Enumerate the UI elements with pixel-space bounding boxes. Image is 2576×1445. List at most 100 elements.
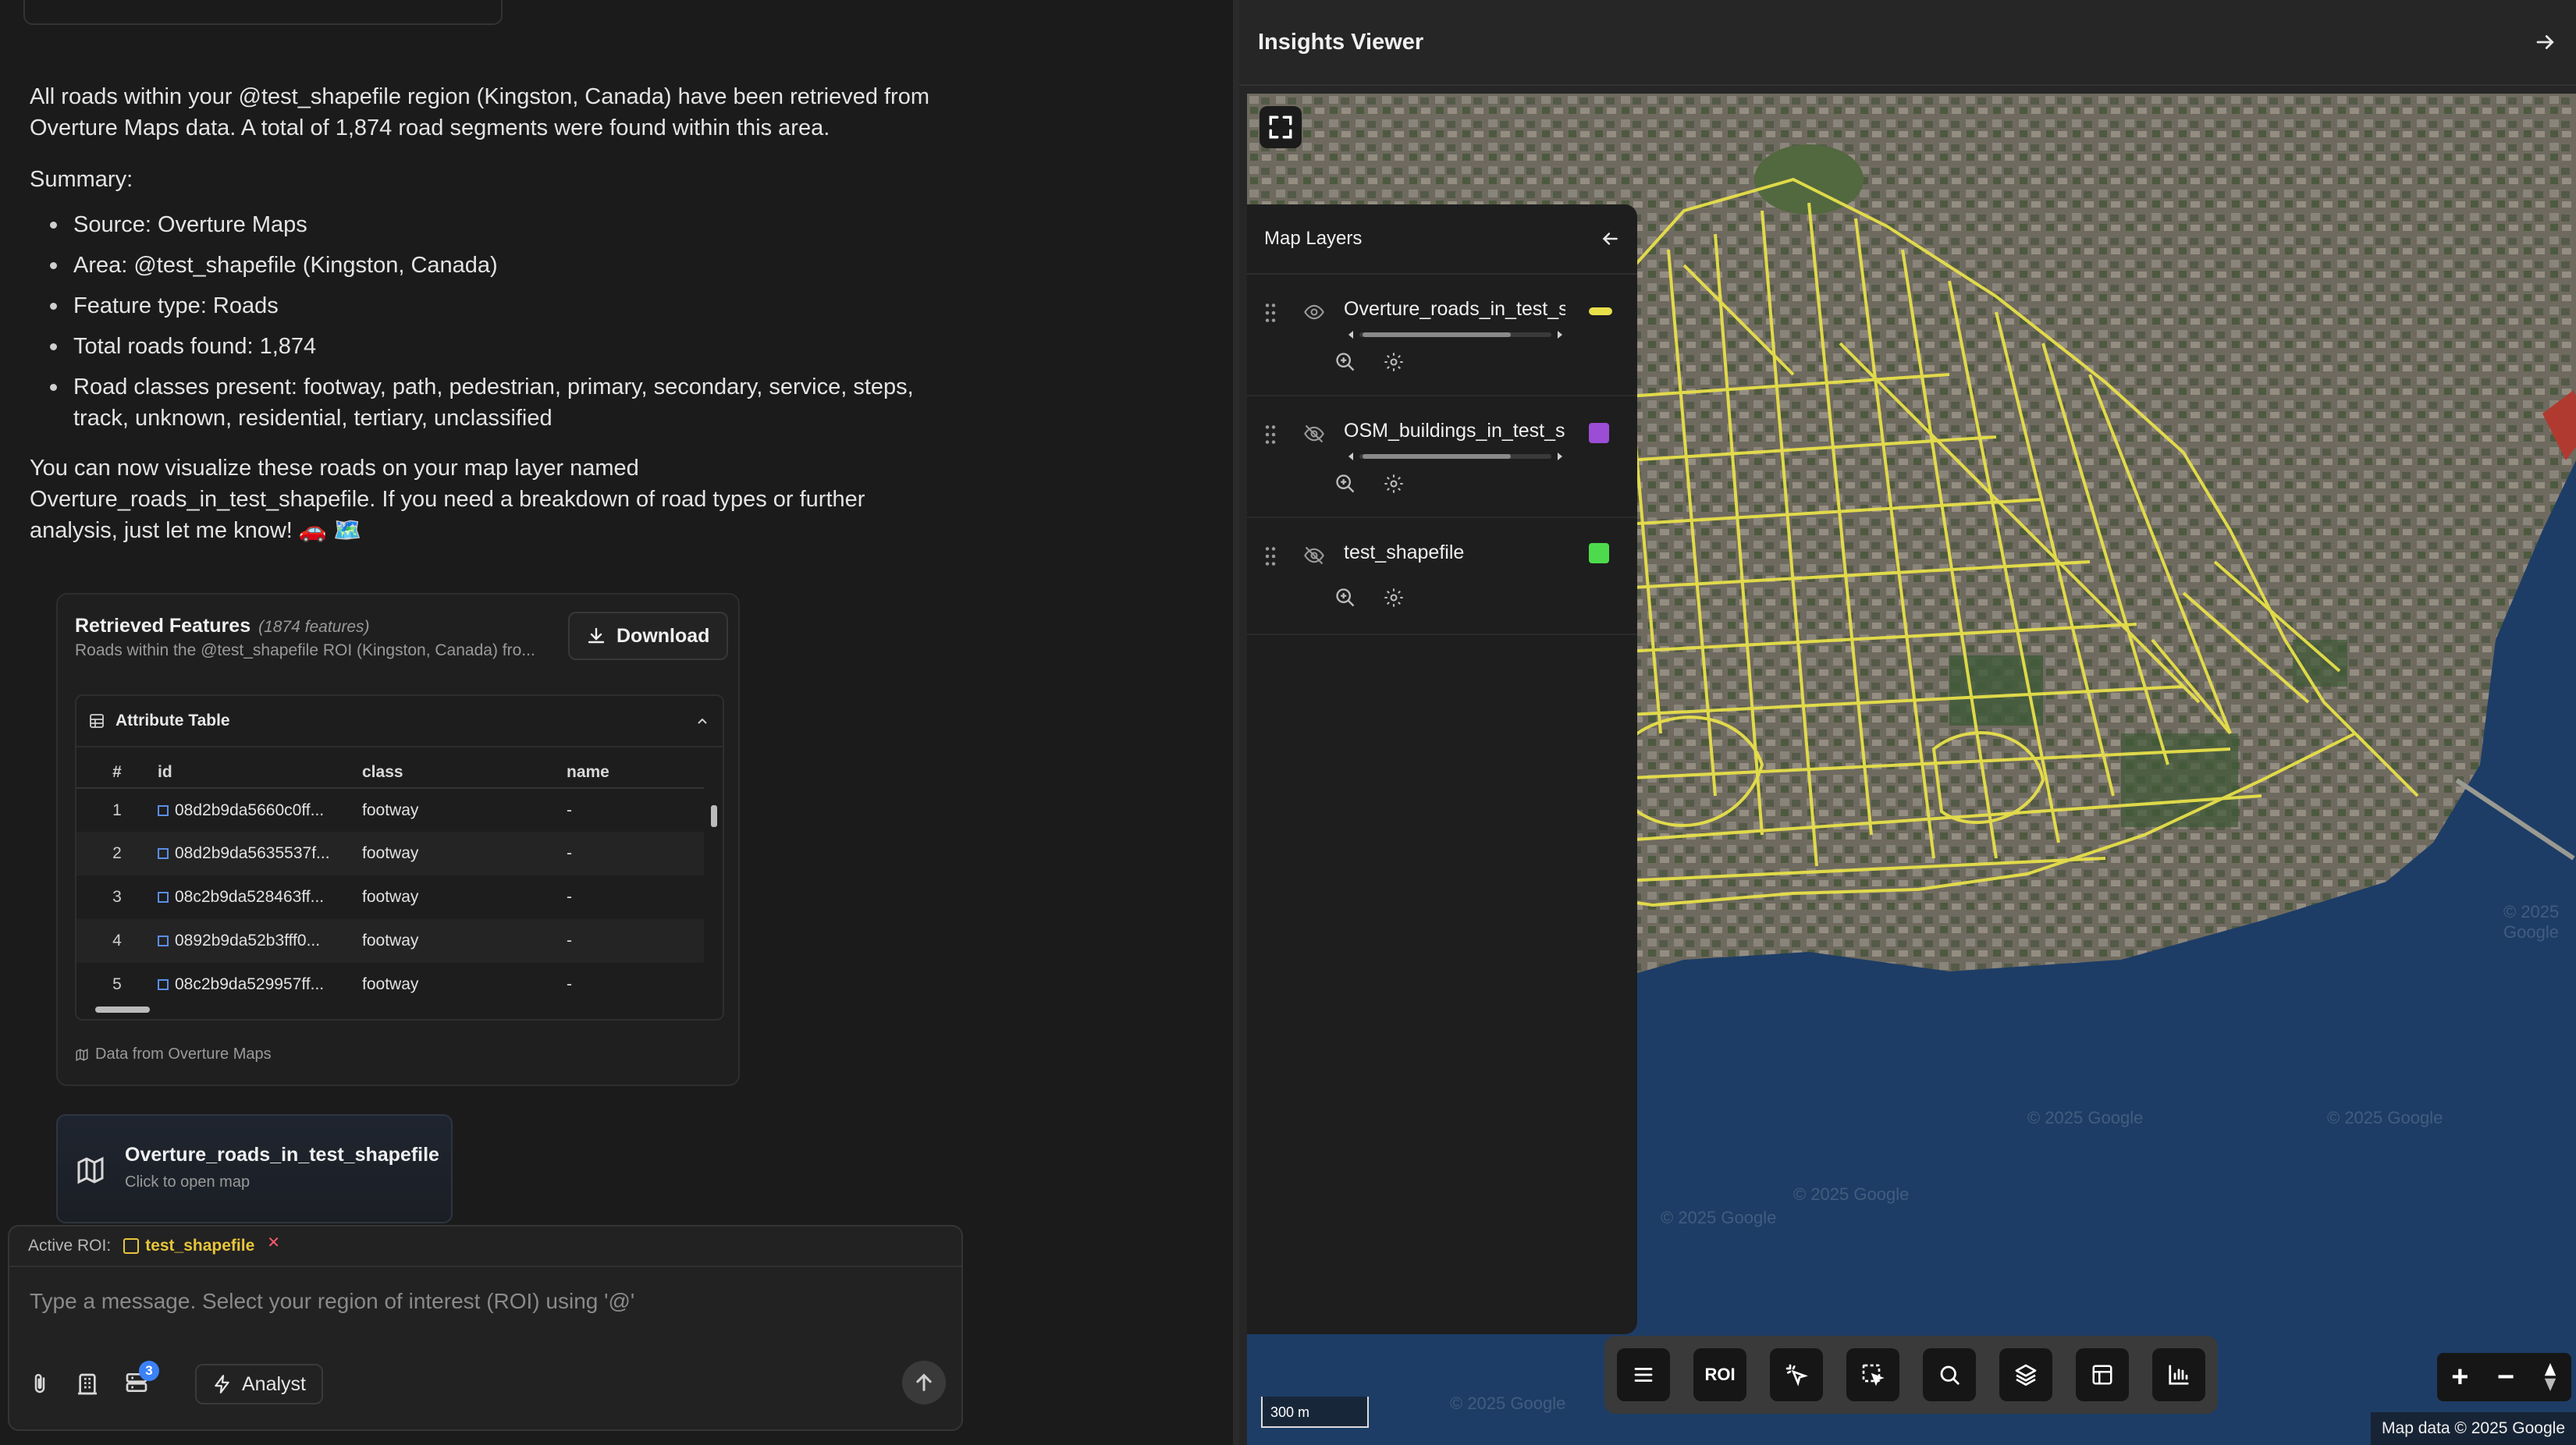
compass-icon[interactable]: [2543, 1363, 2557, 1391]
expand-icon: [1269, 115, 1292, 139]
roi-button[interactable]: ROI: [1693, 1348, 1746, 1401]
layer-item-roads[interactable]: Overture_roads_in_test_sl: [1247, 275, 1637, 396]
summary-list: Source: Overture Maps Area: @test_shapef…: [30, 209, 950, 434]
active-roi-label: Active ROI:: [28, 1237, 112, 1255]
download-button[interactable]: Download: [568, 612, 729, 660]
column-header[interactable]: class: [362, 757, 567, 789]
map-layers-panel: Map Layers Overture_roads_in_test_sl OSM…: [1247, 204, 1637, 1334]
features-count: (1874 features): [258, 618, 370, 636]
zoom-in-icon[interactable]: +: [2451, 1362, 2468, 1392]
color-swatch[interactable]: [1589, 423, 1609, 443]
summary-item: Source: Overture Maps: [30, 209, 950, 240]
opacity-slider[interactable]: [1347, 329, 1564, 340]
eye-icon[interactable]: [1303, 301, 1325, 323]
color-swatch[interactable]: [1589, 543, 1609, 563]
menu-icon: [1634, 1368, 1653, 1382]
opacity-slider[interactable]: [1347, 451, 1564, 462]
drag-handle-icon[interactable]: [1264, 546, 1277, 566]
zoom-out-icon[interactable]: −: [2497, 1362, 2514, 1392]
expand-icon[interactable]: [158, 848, 169, 859]
open-map-title: Overture_roads_in_test_shapefile: [125, 1144, 439, 1166]
column-header[interactable]: name: [567, 757, 704, 789]
caret-left-icon[interactable]: [1347, 329, 1355, 340]
table-row[interactable]: 1 08d2b9da5660c0ff... footway -: [76, 788, 704, 832]
expand-icon[interactable]: [158, 804, 169, 816]
color-swatch[interactable]: [1589, 307, 1612, 315]
attribute-grid: # id class name 1 08d2b9da5660c0ff... fo…: [76, 757, 704, 1007]
drag-handle-icon[interactable]: [1264, 303, 1277, 323]
layer-item-shapefile[interactable]: test_shapefile: [1247, 518, 1637, 635]
caret-right-icon[interactable]: [1556, 329, 1564, 340]
message-composer: Active ROI: test_shapefile ✕ Type a mess…: [8, 1225, 963, 1431]
paperclip-icon[interactable]: [28, 1371, 52, 1397]
caret-right-icon[interactable]: [1556, 451, 1564, 462]
data-sources-button[interactable]: 3: [123, 1360, 159, 1399]
column-header[interactable]: #: [76, 757, 158, 789]
roi-chip[interactable]: test_shapefile: [123, 1237, 254, 1255]
layer-item-buildings[interactable]: OSM_buildings_in_test_sh: [1247, 396, 1637, 518]
drag-handle-icon[interactable]: [1264, 424, 1277, 445]
chart-icon: [2169, 1365, 2189, 1385]
gear-icon[interactable]: [1383, 587, 1405, 609]
search-button[interactable]: [1923, 1348, 1976, 1401]
summary-item: Total roads found: 1,874: [30, 331, 950, 362]
chart-button[interactable]: [2152, 1348, 2205, 1401]
zoom-to-layer-icon[interactable]: [1334, 587, 1356, 609]
gear-icon[interactable]: [1383, 351, 1405, 373]
insights-viewer: Insights Viewer © 2025 Google © 2025 Goo…: [1239, 0, 2576, 1445]
horizontal-scrollbar[interactable]: [83, 1005, 699, 1014]
table-button[interactable]: [2076, 1348, 2129, 1401]
table-row[interactable]: 3 08c2b9da528463ff... footway -: [76, 875, 704, 919]
vertical-scrollbar[interactable]: [710, 791, 718, 986]
composer-tools: 3 Analyst: [28, 1360, 323, 1404]
active-roi-row: Active ROI: test_shapefile ✕: [9, 1227, 961, 1267]
previous-card: [23, 0, 503, 25]
chat-pane: All roads within your @test_shapefile re…: [0, 0, 1233, 1445]
box-select-button[interactable]: [1846, 1348, 1899, 1401]
zoom-controls: + −: [2437, 1353, 2571, 1401]
attribute-table-header[interactable]: Attribute Table: [76, 696, 723, 747]
download-icon: [588, 627, 605, 644]
mode-button[interactable]: Analyst: [195, 1364, 323, 1404]
map-toolbar: ROI: [1604, 1336, 2218, 1414]
table-row[interactable]: 5 08c2b9da529957ff... footway -: [76, 963, 704, 1007]
assistant-message: All roads within your @test_shapefile re…: [30, 81, 950, 566]
zoom-to-layer-icon[interactable]: [1334, 351, 1356, 373]
fullscreen-button[interactable]: [1260, 106, 1302, 148]
caret-left-icon[interactable]: [1347, 451, 1355, 462]
message-input[interactable]: Type a message. Select your region of in…: [30, 1289, 634, 1314]
expand-icon[interactable]: [158, 892, 169, 903]
eye-off-icon[interactable]: [1303, 423, 1325, 445]
table-row[interactable]: 2 08d2b9da5635537f... footway -: [76, 832, 704, 875]
arrow-right-icon[interactable]: [2532, 30, 2559, 54]
magic-select-button[interactable]: [1770, 1348, 1823, 1401]
send-button[interactable]: [902, 1361, 946, 1404]
viewer-header: Insights Viewer: [1239, 0, 2576, 86]
lightning-icon: [215, 1375, 229, 1394]
menu-button[interactable]: [1617, 1348, 1670, 1401]
remove-roi-icon[interactable]: ✕: [267, 1233, 280, 1252]
table-row[interactable]: 4 0892b9da52b3fff0... footway -: [76, 919, 704, 963]
map-watermark: © 2025 Google: [1661, 1208, 1777, 1227]
map-canvas[interactable]: © 2025 Google © 2025 Google © 2025 Googl…: [1247, 94, 2576, 1445]
shape-icon: [123, 1238, 140, 1254]
map-icon: [77, 1156, 104, 1184]
layers-button[interactable]: [1999, 1348, 2052, 1401]
building-icon[interactable]: [75, 1372, 100, 1397]
arrow-left-icon[interactable]: [1600, 229, 1620, 249]
expand-icon[interactable]: [158, 936, 169, 946]
count-badge: 3: [139, 1360, 159, 1381]
column-header[interactable]: id: [158, 757, 362, 789]
summary-item: Feature type: Roads: [30, 290, 950, 321]
pane-divider[interactable]: [1233, 0, 1239, 1445]
eye-off-icon[interactable]: [1303, 545, 1325, 566]
viewer-title: Insights Viewer: [1258, 29, 1424, 55]
chevron-up-icon[interactable]: [695, 713, 710, 729]
features-title: Retrieved Features (1874 features): [75, 615, 370, 637]
open-map-card[interactable]: Overture_roads_in_test_shapefile Click t…: [56, 1114, 453, 1223]
layer-name: test_shapefile: [1344, 541, 1465, 563]
expand-icon[interactable]: [158, 979, 169, 990]
gear-icon[interactable]: [1383, 473, 1405, 495]
magic-select-icon: [1785, 1364, 1808, 1386]
zoom-to-layer-icon[interactable]: [1334, 473, 1356, 495]
